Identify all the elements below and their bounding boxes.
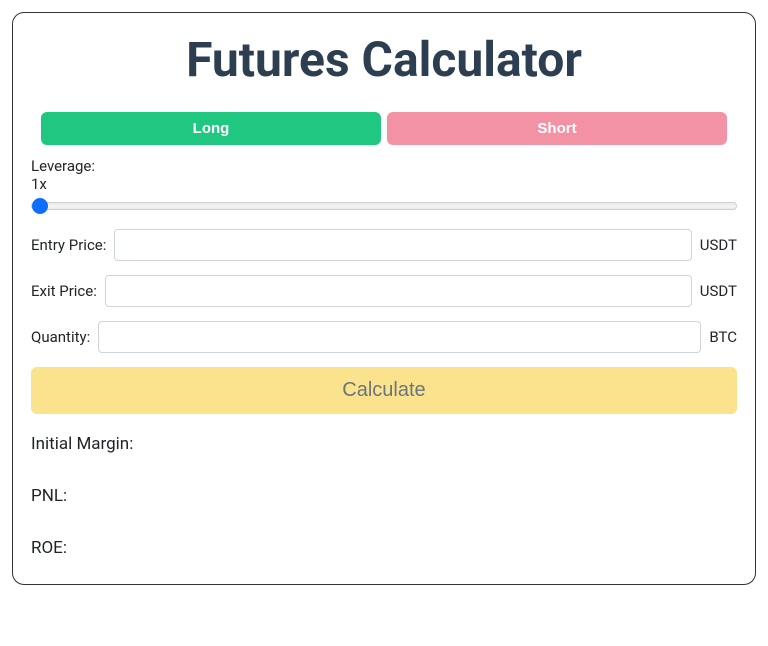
short-button[interactable]: Short [387, 112, 727, 145]
quantity-unit: BTC [709, 328, 737, 346]
calculator-container: Futures Calculator Long Short Leverage: … [12, 12, 756, 585]
entry-price-row: Entry Price: USDT [31, 229, 737, 261]
roe-label: ROE: [31, 538, 67, 558]
position-toggle-group: Long Short [31, 112, 737, 145]
pnl-label: PNL: [31, 486, 67, 506]
leverage-label: Leverage: [31, 157, 737, 175]
leverage-slider[interactable] [31, 202, 737, 210]
long-button[interactable]: Long [41, 112, 381, 145]
exit-price-input[interactable] [105, 275, 692, 307]
roe-result: ROE: [31, 538, 737, 558]
initial-margin-label: Initial Margin: [31, 434, 133, 454]
exit-price-row: Exit Price: USDT [31, 275, 737, 307]
pnl-result: PNL: [31, 486, 737, 506]
page-title: Futures Calculator [31, 31, 737, 88]
quantity-label: Quantity: [31, 328, 90, 346]
entry-price-label: Entry Price: [31, 236, 106, 254]
entry-price-unit: USDT [700, 236, 737, 254]
exit-price-label: Exit Price: [31, 282, 97, 300]
quantity-input[interactable] [98, 321, 701, 353]
quantity-row: Quantity: BTC [31, 321, 737, 353]
initial-margin-result: Initial Margin: [31, 434, 737, 454]
entry-price-input[interactable] [114, 229, 691, 261]
calculate-button[interactable]: Calculate [31, 367, 737, 414]
leverage-section: Leverage: 1x [31, 157, 737, 215]
exit-price-unit: USDT [700, 282, 737, 300]
leverage-value: 1x [31, 175, 737, 193]
